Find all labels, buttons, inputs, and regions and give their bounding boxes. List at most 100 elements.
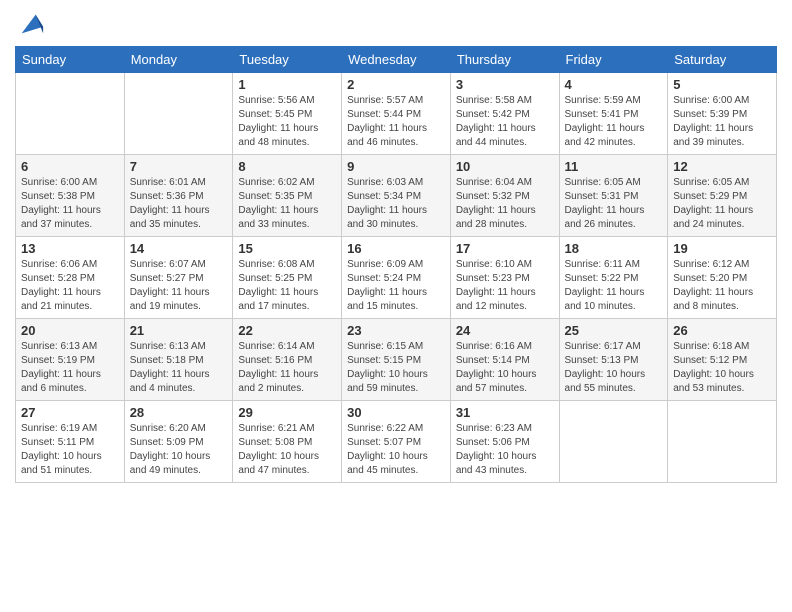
day-info: Sunrise: 6:00 AM Sunset: 5:38 PM Dayligh… <box>21 176 119 232</box>
day-info: Sunrise: 6:13 AM Sunset: 5:19 PM Dayligh… <box>21 340 119 396</box>
day-info: Sunrise: 6:15 AM Sunset: 5:15 PM Dayligh… <box>347 340 445 396</box>
weekday-header: Sunday <box>16 47 125 73</box>
day-info: Sunrise: 6:09 AM Sunset: 5:24 PM Dayligh… <box>347 258 445 314</box>
day-info: Sunrise: 6:20 AM Sunset: 5:09 PM Dayligh… <box>130 422 228 478</box>
day-info: Sunrise: 6:13 AM Sunset: 5:18 PM Dayligh… <box>130 340 228 396</box>
day-info: Sunrise: 5:59 AM Sunset: 5:41 PM Dayligh… <box>565 94 663 150</box>
calendar-cell: 10Sunrise: 6:04 AM Sunset: 5:32 PM Dayli… <box>450 155 559 237</box>
calendar-cell: 7 Sunrise: 6:01 AM Sunset: 5:36 PM Daylig… <box>124 155 233 237</box>
calendar-cell: 28Sunrise: 6:20 AM Sunset: 5:09 PM Dayli… <box>124 401 233 483</box>
calendar-cell: 5Sunrise: 6:00 AM Sunset: 5:39 PM Daylig… <box>668 73 777 155</box>
day-number: 14 <box>130 241 228 256</box>
calendar-cell: 15 Sunrise: 6:08 AM Sunset: 5:25 PM Dayli… <box>233 237 342 319</box>
calendar-cell: 25 Sunrise: 6:17 AM Sunset: 5:13 PM Dayli… <box>559 319 668 401</box>
day-number: 30 <box>347 405 445 420</box>
day-number: 6 <box>21 159 119 174</box>
weekday-header: Monday <box>124 47 233 73</box>
day-number: 22 <box>238 323 336 338</box>
calendar-week-row: 6 Sunrise: 6:00 AM Sunset: 5:38 PM Daylig… <box>16 155 777 237</box>
day-info: Sunrise: 5:57 AM Sunset: 5:44 PM Dayligh… <box>347 94 445 150</box>
day-number: 29 <box>238 405 336 420</box>
logo-icon <box>17 10 45 38</box>
day-info: Sunrise: 6:01 AM Sunset: 5:36 PM Dayligh… <box>130 176 228 232</box>
day-number: 17 <box>456 241 554 256</box>
day-number: 7 <box>130 159 228 174</box>
day-info: Sunrise: 6:14 AM Sunset: 5:16 PM Dayligh… <box>238 340 336 396</box>
calendar-cell: 6 Sunrise: 6:00 AM Sunset: 5:38 PM Daylig… <box>16 155 125 237</box>
calendar-cell: 1Sunrise: 5:56 AM Sunset: 5:45 PM Daylig… <box>233 73 342 155</box>
day-number: 5 <box>673 77 771 92</box>
calendar-cell <box>124 73 233 155</box>
day-info: Sunrise: 6:19 AM Sunset: 5:11 PM Dayligh… <box>21 422 119 478</box>
day-number: 20 <box>21 323 119 338</box>
day-info: Sunrise: 6:05 AM Sunset: 5:31 PM Dayligh… <box>565 176 663 232</box>
day-number: 25 <box>565 323 663 338</box>
day-number: 26 <box>673 323 771 338</box>
day-info: Sunrise: 6:02 AM Sunset: 5:35 PM Dayligh… <box>238 176 336 232</box>
calendar-cell: 20 Sunrise: 6:13 AM Sunset: 5:19 PM Dayli… <box>16 319 125 401</box>
calendar-cell: 11 Sunrise: 6:05 AM Sunset: 5:31 PM Dayli… <box>559 155 668 237</box>
day-number: 8 <box>238 159 336 174</box>
calendar-cell <box>16 73 125 155</box>
day-info: Sunrise: 6:03 AM Sunset: 5:34 PM Dayligh… <box>347 176 445 232</box>
calendar-cell <box>668 401 777 483</box>
day-number: 27 <box>21 405 119 420</box>
calendar-cell: 30 Sunrise: 6:22 AM Sunset: 5:07 PM Dayli… <box>342 401 451 483</box>
day-number: 23 <box>347 323 445 338</box>
calendar-cell: 21 Sunrise: 6:13 AM Sunset: 5:18 PM Dayli… <box>124 319 233 401</box>
calendar-cell <box>559 401 668 483</box>
day-info: Sunrise: 6:21 AM Sunset: 5:08 PM Dayligh… <box>238 422 336 478</box>
day-number: 15 <box>238 241 336 256</box>
day-info: Sunrise: 6:10 AM Sunset: 5:23 PM Dayligh… <box>456 258 554 314</box>
weekday-header: Wednesday <box>342 47 451 73</box>
page: SundayMondayTuesdayWednesdayThursdayFrid… <box>0 0 792 612</box>
calendar-cell: 29 Sunrise: 6:21 AM Sunset: 5:08 PM Dayli… <box>233 401 342 483</box>
weekday-header: Thursday <box>450 47 559 73</box>
day-info: Sunrise: 6:04 AM Sunset: 5:32 PM Dayligh… <box>456 176 554 232</box>
day-number: 13 <box>21 241 119 256</box>
calendar-cell: 23 Sunrise: 6:15 AM Sunset: 5:15 PM Dayli… <box>342 319 451 401</box>
day-number: 12 <box>673 159 771 174</box>
calendar-cell: 2 Sunrise: 5:57 AM Sunset: 5:44 PM Daylig… <box>342 73 451 155</box>
calendar-week-row: 27 Sunrise: 6:19 AM Sunset: 5:11 PM Dayli… <box>16 401 777 483</box>
day-info: Sunrise: 6:08 AM Sunset: 5:25 PM Dayligh… <box>238 258 336 314</box>
day-number: 1 <box>238 77 336 92</box>
calendar-week-row: 1Sunrise: 5:56 AM Sunset: 5:45 PM Daylig… <box>16 73 777 155</box>
calendar-cell: 27 Sunrise: 6:19 AM Sunset: 5:11 PM Dayli… <box>16 401 125 483</box>
calendar-cell: 16 Sunrise: 6:09 AM Sunset: 5:24 PM Dayli… <box>342 237 451 319</box>
day-number: 18 <box>565 241 663 256</box>
day-info: Sunrise: 6:18 AM Sunset: 5:12 PM Dayligh… <box>673 340 771 396</box>
day-info: Sunrise: 6:17 AM Sunset: 5:13 PM Dayligh… <box>565 340 663 396</box>
day-number: 3 <box>456 77 554 92</box>
day-info: Sunrise: 6:12 AM Sunset: 5:20 PM Dayligh… <box>673 258 771 314</box>
day-number: 11 <box>565 159 663 174</box>
day-info: Sunrise: 6:07 AM Sunset: 5:27 PM Dayligh… <box>130 258 228 314</box>
calendar-cell: 24Sunrise: 6:16 AM Sunset: 5:14 PM Dayli… <box>450 319 559 401</box>
calendar-cell: 31 Sunrise: 6:23 AM Sunset: 5:06 PM Dayli… <box>450 401 559 483</box>
day-number: 2 <box>347 77 445 92</box>
weekday-header: Friday <box>559 47 668 73</box>
calendar-header-row: SundayMondayTuesdayWednesdayThursdayFrid… <box>16 47 777 73</box>
calendar-week-row: 13Sunrise: 6:06 AM Sunset: 5:28 PM Dayli… <box>16 237 777 319</box>
day-number: 9 <box>347 159 445 174</box>
day-number: 31 <box>456 405 554 420</box>
calendar-cell: 9 Sunrise: 6:03 AM Sunset: 5:34 PM Daylig… <box>342 155 451 237</box>
calendar-cell: 3 Sunrise: 5:58 AM Sunset: 5:42 PM Daylig… <box>450 73 559 155</box>
day-info: Sunrise: 6:22 AM Sunset: 5:07 PM Dayligh… <box>347 422 445 478</box>
calendar-cell: 26 Sunrise: 6:18 AM Sunset: 5:12 PM Dayli… <box>668 319 777 401</box>
calendar-table: SundayMondayTuesdayWednesdayThursdayFrid… <box>15 46 777 483</box>
calendar-cell: 13Sunrise: 6:06 AM Sunset: 5:28 PM Dayli… <box>16 237 125 319</box>
calendar-cell: 8 Sunrise: 6:02 AM Sunset: 5:35 PM Daylig… <box>233 155 342 237</box>
calendar-cell: 12 Sunrise: 6:05 AM Sunset: 5:29 PM Dayli… <box>668 155 777 237</box>
day-number: 16 <box>347 241 445 256</box>
day-number: 19 <box>673 241 771 256</box>
day-info: Sunrise: 6:23 AM Sunset: 5:06 PM Dayligh… <box>456 422 554 478</box>
weekday-header: Saturday <box>668 47 777 73</box>
calendar-cell: 17 Sunrise: 6:10 AM Sunset: 5:23 PM Dayli… <box>450 237 559 319</box>
day-info: Sunrise: 6:05 AM Sunset: 5:29 PM Dayligh… <box>673 176 771 232</box>
calendar-cell: 18 Sunrise: 6:11 AM Sunset: 5:22 PM Dayli… <box>559 237 668 319</box>
day-info: Sunrise: 6:11 AM Sunset: 5:22 PM Dayligh… <box>565 258 663 314</box>
day-info: Sunrise: 5:58 AM Sunset: 5:42 PM Dayligh… <box>456 94 554 150</box>
calendar-cell: 4Sunrise: 5:59 AM Sunset: 5:41 PM Daylig… <box>559 73 668 155</box>
day-number: 21 <box>130 323 228 338</box>
